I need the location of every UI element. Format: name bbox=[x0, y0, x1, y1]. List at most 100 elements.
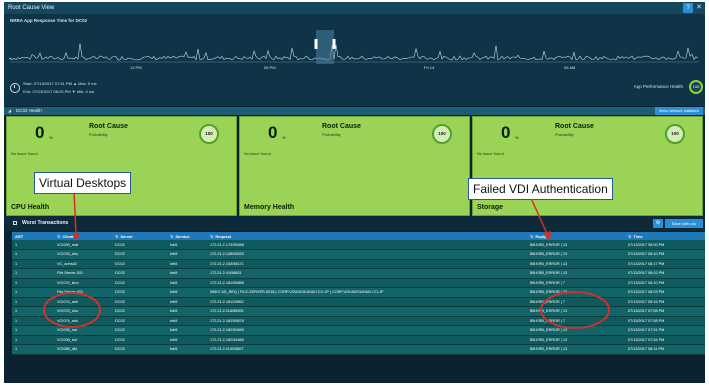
table-row[interactable]: 1 VCI074_ank DC02 krb5 172.21.2.181/29852 BB:… bbox=[12, 297, 705, 307]
table-row[interactable]: 1 VCI074_ikun DC02 krb5 172.21.2.181/55888 BB… bbox=[12, 278, 705, 288]
probability-label: Probability bbox=[555, 132, 574, 137]
table-row[interactable]: 1 VC_anhsd2 DC02 krb5 172.21.2.153/58171 BB:K… bbox=[12, 259, 705, 269]
cell-service: krb5 bbox=[167, 268, 207, 279]
collapse-icon[interactable]: ◢ bbox=[8, 107, 11, 115]
cell-service: krb5 bbox=[167, 287, 207, 298]
cpu-health-card[interactable]: 0 % Root Cause Probability No issue foun… bbox=[6, 116, 237, 216]
cell-time: 07/13/2017 08:11 PM bbox=[625, 344, 705, 355]
cell-service: krb5 bbox=[167, 240, 207, 250]
save-with-csv-button[interactable]: Save with csv bbox=[665, 219, 703, 228]
cell-client: VCI074_ank bbox=[54, 316, 112, 326]
perf-health-badge: 100 bbox=[689, 80, 703, 94]
cell-art: 1 bbox=[12, 259, 54, 269]
cell-client: File-Server-001 bbox=[54, 287, 112, 298]
sort-icon: ⇅ bbox=[530, 233, 534, 239]
cell-client: VCI076_vbu bbox=[54, 306, 112, 317]
cell-service: krb5 bbox=[167, 306, 207, 317]
cell-art: 1 bbox=[12, 306, 54, 317]
grid-icon bbox=[13, 221, 17, 225]
probability-value: 0 bbox=[35, 123, 45, 142]
column-header-server[interactable]: ⇅ Server bbox=[112, 232, 167, 240]
sort-icon: ⇅ bbox=[628, 233, 632, 239]
cell-time: 07/13/2017 08:10 PM bbox=[625, 278, 705, 288]
health-section-title: DC02 Health bbox=[16, 108, 42, 113]
root-cause-label: Root Cause bbox=[322, 123, 361, 130]
worst-transactions-header: Worst Transactions ⚙ Save with csv bbox=[4, 216, 705, 231]
range-handle-right bbox=[332, 39, 336, 49]
table-row[interactable]: 1 VCI085_dkt DC02 krb5 172.21.2.119/03607 BB:… bbox=[12, 344, 705, 355]
column-header-art[interactable]: ART bbox=[12, 232, 54, 240]
cell-reply: BB:KRB_ERROR | 13 bbox=[527, 306, 625, 317]
cell-time: 07/13/2017 08:02 PM bbox=[625, 268, 705, 279]
card-caption: CPU Health bbox=[11, 204, 50, 211]
cell-art: 1 bbox=[12, 344, 54, 355]
cell-service: krb5 bbox=[167, 259, 207, 269]
cell-reply: BB:KRB_ERROR | 13 bbox=[527, 249, 625, 260]
close-icon[interactable]: ✕ bbox=[696, 3, 702, 13]
cell-server: DC02 bbox=[112, 268, 167, 279]
column-header-time[interactable]: ⇅ Time bbox=[625, 232, 705, 240]
response-time-timeline[interactable]: NRBA App Response Time for DC02 12 PM 06 … bbox=[4, 14, 705, 106]
cell-request: 172.21.2.162/54466 bbox=[207, 335, 527, 345]
probability-unit: % bbox=[515, 135, 519, 140]
table-row[interactable]: 1 File-Server-001 DC02 krb5 172.21.2.41/5880… bbox=[12, 268, 705, 279]
sort-icon: ⇅ bbox=[115, 233, 119, 239]
table-row[interactable]: 1 VCI074_ank DC02 krb5 172.21.2.181/59878 BB:… bbox=[12, 316, 705, 326]
cell-request: 172.21.2.181/29852 bbox=[207, 297, 527, 307]
cell-server: DC02 bbox=[112, 297, 167, 307]
cell-server: DC02 bbox=[112, 316, 167, 326]
range-max: Max: 5 ms bbox=[78, 81, 97, 86]
selected-range bbox=[316, 30, 334, 64]
cell-client: VCI008_bol bbox=[54, 335, 112, 345]
timeline-chart[interactable]: 12 PM 06 PM Fri 14 06 AM bbox=[4, 14, 705, 106]
probability-value: 0 bbox=[268, 123, 278, 142]
range-handle-left bbox=[314, 39, 318, 49]
question-icon[interactable]: ? bbox=[683, 3, 694, 13]
cell-client: VCI005_nar bbox=[54, 325, 112, 336]
cell-service: krb5 bbox=[167, 316, 207, 326]
timeline-tick-label: 06 PM bbox=[264, 65, 276, 70]
cell-art: 1 bbox=[12, 287, 54, 298]
cell-time: 07/13/2017 07:51 PM bbox=[625, 325, 705, 336]
timeline-tick-label: 12 PM bbox=[130, 65, 142, 70]
table-row[interactable]: 1 VCI005_mat DC02 krb5 172.21.2.173/95068 BB:… bbox=[12, 240, 705, 250]
worst-transactions-title: Worst Transactions bbox=[22, 220, 69, 226]
issue-status: No issue found bbox=[11, 151, 38, 156]
table-header-row: ART ⇅ Client ⇅ Server ⇅ Service ⇅ Request ⇅ R… bbox=[12, 232, 705, 240]
cell-request: 172.21.2.119/03607 bbox=[207, 344, 527, 355]
cell-client: VCI074_ank bbox=[54, 297, 112, 307]
range-end: End: 07/13/2017 08:20 PM bbox=[23, 89, 71, 94]
column-header-service[interactable]: ⇅ Service bbox=[167, 232, 207, 240]
root-cause-label: Root Cause bbox=[555, 123, 594, 130]
response-time-trace bbox=[9, 43, 699, 61]
health-section-header[interactable]: ◢ DC02 Health View network statistics bbox=[4, 107, 705, 115]
cell-reply: BB:KRB_ERROR | 7 bbox=[527, 297, 625, 307]
table-row[interactable]: 1 VCI076_vbu DC02 krb5 172.21.2.118/55305 BB:… bbox=[12, 306, 705, 317]
column-header-request[interactable]: ⇅ Request bbox=[207, 232, 527, 240]
view-network-statistics-link[interactable]: View network statistics bbox=[654, 107, 703, 115]
cell-reply: BB:KRB_ERROR | 13 bbox=[527, 344, 625, 355]
issue-status: No issue found bbox=[477, 151, 504, 156]
range-start: Start: 07/13/2017 07:51 PM bbox=[23, 81, 72, 86]
cell-time: 07/13/2017 08:17 PM bbox=[625, 259, 705, 269]
memory-health-card[interactable]: 0 % Root Cause Probability No issue foun… bbox=[239, 116, 470, 216]
settings-icon[interactable]: ⚙ bbox=[653, 219, 663, 228]
table-row[interactable]: 1 VCI008_bol DC02 krb5 172.21.2.162/54466 BB:… bbox=[12, 335, 705, 345]
cell-time: 07/13/2017 07:54 PM bbox=[625, 335, 705, 345]
card-caption: Memory Health bbox=[244, 204, 295, 211]
table-row[interactable]: 1 VCI076_vbu DC02 krb5 172.21.2.128/05093 BB:… bbox=[12, 249, 705, 260]
cell-client: File-Server-001 bbox=[54, 268, 112, 279]
health-score-badge: 100 bbox=[199, 124, 219, 144]
storage-health-card[interactable]: 0 % Root Cause Probability No issue foun… bbox=[472, 116, 703, 216]
cell-server: DC02 bbox=[112, 259, 167, 269]
table-row[interactable]: 1 File-Server-001 DC02 krb5 59807 AS_REQ | F… bbox=[12, 287, 705, 298]
table-row[interactable]: 1 VCI005_nar DC02 krb5 172.21.2.162/50845 BB:… bbox=[12, 325, 705, 336]
column-header-reply[interactable]: ⇅ Reply bbox=[527, 232, 625, 240]
sort-icon: ⇅ bbox=[170, 233, 174, 239]
cell-server: DC02 bbox=[112, 278, 167, 288]
cell-reply: BB:KRB_ERROR | 13 bbox=[527, 268, 625, 279]
cell-request: 172.21.2.181/55888 bbox=[207, 278, 527, 288]
probability-label: Probability bbox=[89, 132, 108, 137]
cell-server: DC02 bbox=[112, 344, 167, 355]
column-header-client[interactable]: ⇅ Client bbox=[54, 232, 112, 240]
